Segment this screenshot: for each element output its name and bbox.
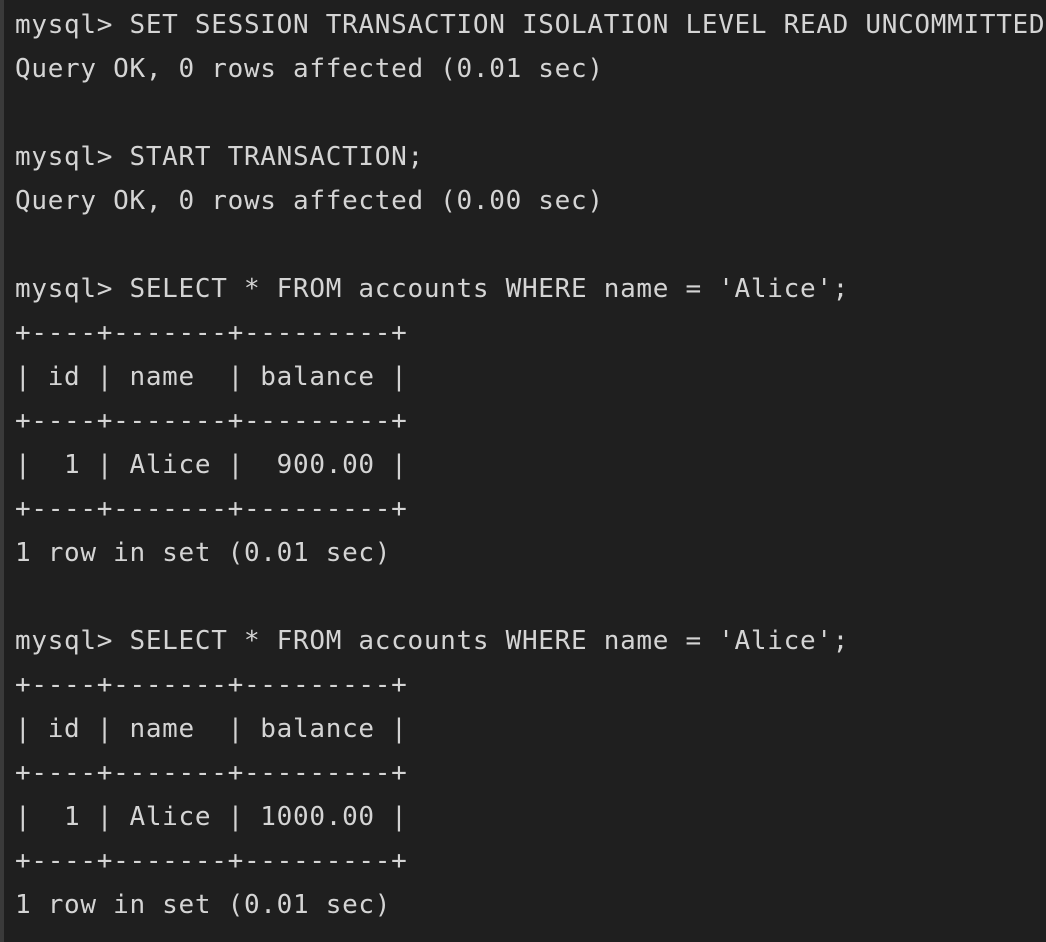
command-line: mysql> SET SESSION TRANSACTION ISOLATION… — [15, 10, 1046, 40]
query-result-line: Query OK, 0 rows affected (0.00 sec) — [15, 186, 604, 216]
table-border-line: +----+-------+---------+ — [15, 318, 408, 348]
query-result-line: Query OK, 0 rows affected (0.01 sec) — [15, 54, 604, 84]
table-row: | 1 | Alice | 900.00 | — [15, 450, 408, 480]
table-border-line: +----+-------+---------+ — [15, 406, 408, 436]
terminal-window[interactable]: mysql> SET SESSION TRANSACTION ISOLATION… — [0, 0, 1046, 942]
table-border-line: +----+-------+---------+ — [15, 846, 408, 876]
table-header-row: | id | name | balance | — [15, 362, 408, 392]
table-row: | 1 | Alice | 1000.00 | — [15, 802, 408, 832]
table-header-row: | id | name | balance | — [15, 714, 408, 744]
table-border-line: +----+-------+---------+ — [15, 670, 408, 700]
command-line: mysql> START TRANSACTION; — [15, 142, 424, 172]
row-count-line: 1 row in set (0.01 sec) — [15, 538, 392, 568]
table-border-line: +----+-------+---------+ — [15, 758, 408, 788]
table-border-line: +----+-------+---------+ — [15, 494, 408, 524]
command-line: mysql> SELECT * FROM accounts WHERE name… — [15, 626, 850, 656]
row-count-line: 1 row in set (0.01 sec) — [15, 890, 392, 920]
command-line: mysql> SELECT * FROM accounts WHERE name… — [15, 274, 850, 304]
